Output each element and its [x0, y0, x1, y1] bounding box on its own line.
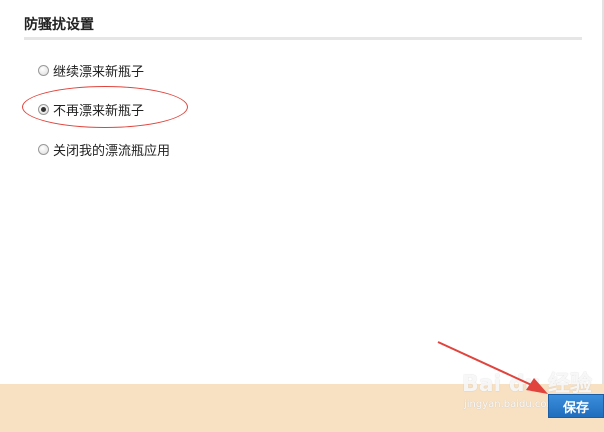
radio-close-app[interactable] [38, 143, 49, 155]
annotation-ellipse [22, 86, 188, 128]
settings-page: 防骚扰设置 继续漂来新瓶子 不再漂来新瓶子 关闭我的漂流瓶应用 Bai du 经… [0, 0, 604, 432]
option-label: 关闭我的漂流瓶应用 [53, 143, 171, 159]
option-close-app[interactable]: 关闭我的漂流瓶应用 [38, 140, 171, 159]
option-continue-bottles[interactable]: 继续漂来新瓶子 [38, 61, 145, 80]
section-title: 防骚扰设置 [24, 17, 94, 33]
option-label: 继续漂来新瓶子 [53, 64, 145, 80]
title-divider [24, 37, 582, 40]
watermark-url: jingyan.baidu.com [464, 399, 557, 410]
save-button[interactable]: 保存 [548, 394, 604, 418]
radio-continue-bottles[interactable] [38, 64, 49, 76]
